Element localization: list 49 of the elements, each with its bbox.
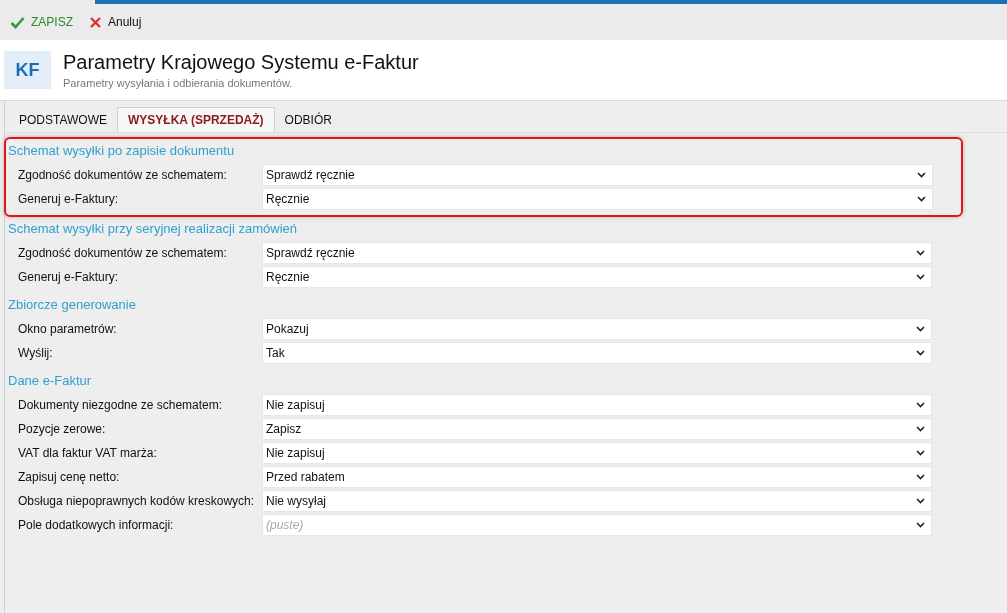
dropdown-field[interactable]: Sprawdź ręcznie bbox=[262, 242, 932, 264]
chevron-down-icon bbox=[916, 250, 925, 256]
dropdown-field[interactable]: Sprawdź ręcznie bbox=[262, 164, 933, 186]
tab[interactable]: PODSTAWOWE bbox=[9, 107, 117, 132]
chevron-down-icon bbox=[916, 474, 925, 480]
field-label: Wyślij: bbox=[18, 345, 54, 362]
dropdown-field[interactable]: Tak bbox=[262, 342, 932, 364]
field-label: Obsługa niepoprawnych kodów kreskowych: bbox=[18, 493, 256, 510]
dropdown-field[interactable]: Nie wysyłaj bbox=[262, 490, 932, 512]
tab[interactable]: WYSYŁKA (SPRZEDAŻ) bbox=[117, 107, 275, 132]
dropdown-field[interactable]: Pokazuj bbox=[262, 318, 932, 340]
chevron-down-icon bbox=[916, 402, 925, 408]
chevron-down-icon bbox=[917, 196, 926, 202]
field-label: Generuj e-Faktury: bbox=[18, 269, 120, 286]
field-label: VAT dla faktur VAT marża: bbox=[18, 445, 158, 462]
dropdown-field[interactable]: Ręcznie bbox=[262, 188, 933, 210]
cancel-button[interactable]: Anuluj bbox=[89, 13, 142, 31]
section-title: Dane e-Faktur bbox=[8, 372, 93, 391]
chevron-down-icon bbox=[916, 522, 925, 528]
close-icon bbox=[89, 15, 102, 29]
dropdown-field[interactable]: Przed rabatem bbox=[262, 466, 932, 488]
section-title: Schemat wysyłki przy seryjnej realizacji zamówień bbox=[8, 220, 298, 239]
chevron-down-icon bbox=[916, 498, 925, 504]
dropdown-field[interactable]: Ręcznie bbox=[262, 266, 932, 288]
field-label: Generuj e-Faktury: bbox=[18, 191, 120, 208]
field-label: Zapisuj cenę netto: bbox=[18, 469, 121, 486]
field-label: Zgodność dokumentów ze schematem: bbox=[18, 167, 228, 184]
dropdown-field[interactable]: Zapisz bbox=[262, 418, 932, 440]
field-label: Zgodność dokumentów ze schematem: bbox=[18, 245, 228, 262]
dropdown-field[interactable]: Nie zapisuj bbox=[262, 442, 932, 464]
page-subtitle: Parametry wysyłania i odbierania dokumentów. bbox=[63, 75, 294, 91]
chevron-down-icon bbox=[916, 450, 925, 456]
section-title: Schemat wysyłki po zapisie dokumentu bbox=[8, 142, 236, 161]
section-title: Zbiorcze generowanie bbox=[8, 296, 137, 315]
tab[interactable]: ODBIÓR bbox=[274, 107, 342, 132]
save-button[interactable]: ZAPISZ bbox=[10, 13, 73, 31]
field-label: Dokumenty niezgodne ze schematem: bbox=[18, 397, 224, 414]
field-label: Pole dodatkowych informacji: bbox=[18, 517, 175, 534]
page-title: Parametry Krajowego Systemu e-Faktur bbox=[63, 49, 419, 75]
app-logo: KF bbox=[4, 51, 51, 89]
dropdown-field[interactable]: Nie zapisuj bbox=[262, 394, 932, 416]
chevron-down-icon bbox=[916, 326, 925, 332]
checkmark-icon bbox=[10, 15, 25, 29]
chevron-down-icon bbox=[916, 350, 925, 356]
chevron-down-icon bbox=[917, 172, 926, 178]
chevron-down-icon bbox=[916, 274, 925, 280]
chevron-down-icon bbox=[916, 426, 925, 432]
field-label: Pozycje zerowe: bbox=[18, 421, 107, 438]
field-label: Okno parametrów: bbox=[18, 321, 118, 338]
